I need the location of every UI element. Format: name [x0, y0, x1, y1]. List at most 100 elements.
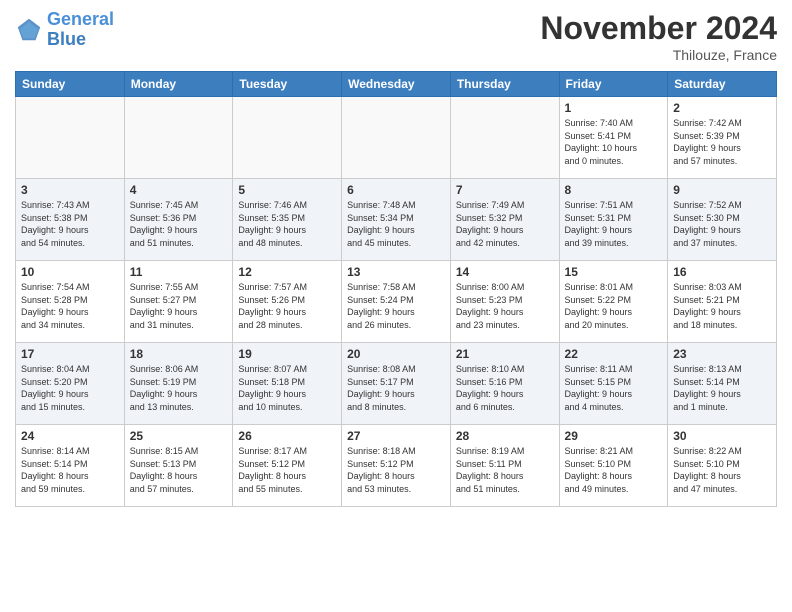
day-number: 8	[565, 183, 663, 197]
calendar-cell: 30Sunrise: 8:22 AM Sunset: 5:10 PM Dayli…	[668, 425, 777, 507]
day-info: Sunrise: 8:21 AM Sunset: 5:10 PM Dayligh…	[565, 445, 663, 495]
calendar-cell: 8 Sunrise: 7:51 AM Sunset: 5:31 PM Daylig…	[559, 179, 668, 261]
day-info: Sunrise: 8:03 AM Sunset: 5:21 PM Dayligh…	[673, 281, 771, 331]
day-number: 22	[565, 347, 663, 361]
day-info: Sunrise: 8:17 AM Sunset: 5:12 PM Dayligh…	[238, 445, 336, 495]
logo-line2: Blue	[47, 29, 86, 49]
day-number: 6	[347, 183, 445, 197]
calendar-cell: 19Sunrise: 8:07 AM Sunset: 5:18 PM Dayli…	[233, 343, 342, 425]
header-monday: Monday	[124, 72, 233, 97]
calendar-cell: 2 Sunrise: 7:42 AM Sunset: 5:39 PM Daylig…	[668, 97, 777, 179]
day-number: 1	[565, 101, 663, 115]
day-info: Sunrise: 7:54 AM Sunset: 5:28 PM Dayligh…	[21, 281, 119, 331]
day-number: 13	[347, 265, 445, 279]
calendar-week-4: 24Sunrise: 8:14 AM Sunset: 5:14 PM Dayli…	[16, 425, 777, 507]
calendar-cell: 29 Sunrise: 8:21 AM Sunset: 5:10 PM Dayli…	[559, 425, 668, 507]
day-info: Sunrise: 8:19 AM Sunset: 5:11 PM Dayligh…	[456, 445, 554, 495]
day-info: Sunrise: 8:06 AM Sunset: 5:19 PM Dayligh…	[130, 363, 228, 413]
page: General Blue November 2024 Thilouze, Fra…	[0, 0, 792, 612]
logo-line1: General	[47, 9, 114, 29]
day-info: Sunrise: 7:52 AM Sunset: 5:30 PM Dayligh…	[673, 199, 771, 249]
day-number: 23	[673, 347, 771, 361]
day-number: 28	[456, 429, 554, 443]
calendar-header-row: SundayMondayTuesdayWednesdayThursdayFrid…	[16, 72, 777, 97]
day-number: 17	[21, 347, 119, 361]
calendar-week-0: 1 Sunrise: 7:40 AM Sunset: 5:41 PM Daylig…	[16, 97, 777, 179]
day-info: Sunrise: 7:40 AM Sunset: 5:41 PM Dayligh…	[565, 117, 663, 167]
day-info: Sunrise: 7:42 AM Sunset: 5:39 PM Dayligh…	[673, 117, 771, 167]
day-number: 2	[673, 101, 771, 115]
calendar-cell: 18 Sunrise: 8:06 AM Sunset: 5:19 PM Dayli…	[124, 343, 233, 425]
day-info: Sunrise: 8:04 AM Sunset: 5:20 PM Dayligh…	[21, 363, 119, 413]
calendar-cell: 14Sunrise: 8:00 AM Sunset: 5:23 PM Dayli…	[450, 261, 559, 343]
day-info: Sunrise: 7:48 AM Sunset: 5:34 PM Dayligh…	[347, 199, 445, 249]
header-tuesday: Tuesday	[233, 72, 342, 97]
day-number: 30	[673, 429, 771, 443]
calendar-cell: 23 Sunrise: 8:13 AM Sunset: 5:14 PM Dayli…	[668, 343, 777, 425]
calendar-week-1: 3Sunrise: 7:43 AM Sunset: 5:38 PM Daylig…	[16, 179, 777, 261]
day-number: 9	[673, 183, 771, 197]
calendar-cell: 16 Sunrise: 8:03 AM Sunset: 5:21 PM Dayli…	[668, 261, 777, 343]
day-number: 10	[21, 265, 119, 279]
day-number: 29	[565, 429, 663, 443]
day-number: 5	[238, 183, 336, 197]
calendar-cell: 11 Sunrise: 7:55 AM Sunset: 5:27 PM Dayli…	[124, 261, 233, 343]
calendar-cell: 3Sunrise: 7:43 AM Sunset: 5:38 PM Daylig…	[16, 179, 125, 261]
day-info: Sunrise: 7:49 AM Sunset: 5:32 PM Dayligh…	[456, 199, 554, 249]
calendar-cell: 25Sunrise: 8:15 AM Sunset: 5:13 PM Dayli…	[124, 425, 233, 507]
day-number: 24	[21, 429, 119, 443]
day-number: 20	[347, 347, 445, 361]
day-info: Sunrise: 7:46 AM Sunset: 5:35 PM Dayligh…	[238, 199, 336, 249]
calendar-cell: 28 Sunrise: 8:19 AM Sunset: 5:11 PM Dayli…	[450, 425, 559, 507]
calendar-cell: 1 Sunrise: 7:40 AM Sunset: 5:41 PM Daylig…	[559, 97, 668, 179]
logo-icon	[15, 16, 43, 44]
day-info: Sunrise: 8:08 AM Sunset: 5:17 PM Dayligh…	[347, 363, 445, 413]
day-number: 21	[456, 347, 554, 361]
logo: General Blue	[15, 10, 114, 50]
calendar-week-2: 10 Sunrise: 7:54 AM Sunset: 5:28 PM Dayli…	[16, 261, 777, 343]
day-number: 27	[347, 429, 445, 443]
header-saturday: Saturday	[668, 72, 777, 97]
day-number: 26	[238, 429, 336, 443]
calendar-cell: 13Sunrise: 7:58 AM Sunset: 5:24 PM Dayli…	[342, 261, 451, 343]
calendar-week-3: 17 Sunrise: 8:04 AM Sunset: 5:20 PM Dayli…	[16, 343, 777, 425]
day-number: 18	[130, 347, 228, 361]
day-info: Sunrise: 7:51 AM Sunset: 5:31 PM Dayligh…	[565, 199, 663, 249]
title-area: November 2024 Thilouze, France	[540, 10, 777, 63]
day-info: Sunrise: 8:11 AM Sunset: 5:15 PM Dayligh…	[565, 363, 663, 413]
header-thursday: Thursday	[450, 72, 559, 97]
calendar-cell: 7Sunrise: 7:49 AM Sunset: 5:32 PM Daylig…	[450, 179, 559, 261]
calendar-cell: 12Sunrise: 7:57 AM Sunset: 5:26 PM Dayli…	[233, 261, 342, 343]
day-info: Sunrise: 8:07 AM Sunset: 5:18 PM Dayligh…	[238, 363, 336, 413]
day-info: Sunrise: 8:00 AM Sunset: 5:23 PM Dayligh…	[456, 281, 554, 331]
day-info: Sunrise: 7:55 AM Sunset: 5:27 PM Dayligh…	[130, 281, 228, 331]
day-info: Sunrise: 8:10 AM Sunset: 5:16 PM Dayligh…	[456, 363, 554, 413]
calendar-cell: 10 Sunrise: 7:54 AM Sunset: 5:28 PM Dayli…	[16, 261, 125, 343]
day-info: Sunrise: 8:18 AM Sunset: 5:12 PM Dayligh…	[347, 445, 445, 495]
calendar-cell	[342, 97, 451, 179]
location: Thilouze, France	[540, 47, 777, 63]
calendar-cell: 27 Sunrise: 8:18 AM Sunset: 5:12 PM Dayli…	[342, 425, 451, 507]
header-friday: Friday	[559, 72, 668, 97]
header: General Blue November 2024 Thilouze, Fra…	[15, 10, 777, 63]
calendar-cell: 24Sunrise: 8:14 AM Sunset: 5:14 PM Dayli…	[16, 425, 125, 507]
calendar-cell	[450, 97, 559, 179]
day-info: Sunrise: 7:43 AM Sunset: 5:38 PM Dayligh…	[21, 199, 119, 249]
day-info: Sunrise: 8:13 AM Sunset: 5:14 PM Dayligh…	[673, 363, 771, 413]
calendar-cell: 17 Sunrise: 8:04 AM Sunset: 5:20 PM Dayli…	[16, 343, 125, 425]
logo-text: General Blue	[47, 10, 114, 50]
calendar-cell	[124, 97, 233, 179]
day-number: 15	[565, 265, 663, 279]
day-number: 16	[673, 265, 771, 279]
calendar-cell: 4Sunrise: 7:45 AM Sunset: 5:36 PM Daylig…	[124, 179, 233, 261]
calendar-cell: 20 Sunrise: 8:08 AM Sunset: 5:17 PM Dayli…	[342, 343, 451, 425]
calendar-cell: 22 Sunrise: 8:11 AM Sunset: 5:15 PM Dayli…	[559, 343, 668, 425]
day-number: 11	[130, 265, 228, 279]
day-number: 12	[238, 265, 336, 279]
day-number: 25	[130, 429, 228, 443]
calendar-cell	[16, 97, 125, 179]
day-info: Sunrise: 8:01 AM Sunset: 5:22 PM Dayligh…	[565, 281, 663, 331]
month-title: November 2024	[540, 10, 777, 47]
calendar-cell: 21 Sunrise: 8:10 AM Sunset: 5:16 PM Dayli…	[450, 343, 559, 425]
calendar-cell: 5 Sunrise: 7:46 AM Sunset: 5:35 PM Daylig…	[233, 179, 342, 261]
